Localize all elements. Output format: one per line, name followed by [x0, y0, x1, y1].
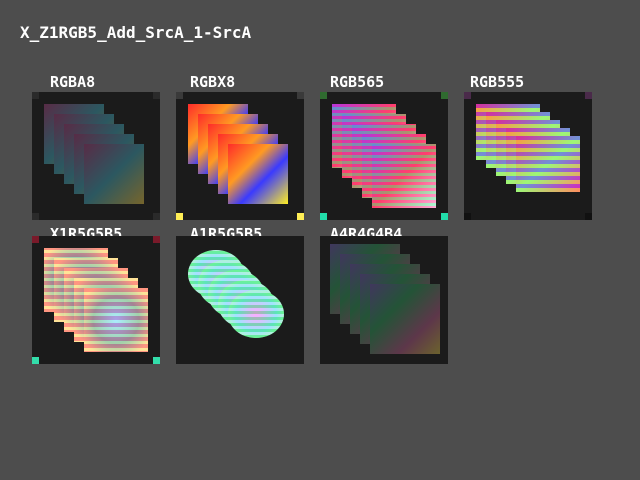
corner-marker	[153, 92, 160, 99]
corner-marker	[153, 357, 160, 364]
corner-marker	[320, 213, 327, 220]
tile-rgbx8	[176, 92, 304, 220]
corner-marker	[176, 236, 183, 243]
corner-marker	[176, 92, 183, 99]
page-title: X_Z1RGB5_Add_SrcA_1-SrcA	[20, 23, 252, 42]
corner-marker	[32, 92, 39, 99]
rgb565-test-pattern	[332, 104, 436, 208]
corner-marker	[320, 236, 327, 243]
corner-marker	[441, 213, 448, 220]
tile-rgb565	[320, 92, 448, 220]
tile-x1r5g5b5	[32, 236, 160, 364]
corner-marker	[320, 357, 327, 364]
corner-marker	[297, 357, 304, 364]
x1r5g5b5-test-pattern	[44, 248, 148, 352]
tile-a1r5g5b5	[176, 236, 304, 364]
corner-marker	[153, 236, 160, 243]
corner-marker	[320, 92, 327, 99]
format-label-rgb555: RGB555	[470, 73, 525, 91]
corner-marker	[297, 236, 304, 243]
a4r4g4b4-test-pattern	[330, 244, 440, 354]
format-label-rgba8: RGBA8	[50, 73, 96, 91]
corner-marker	[297, 213, 304, 220]
rgb555-test-pattern	[476, 104, 580, 192]
corner-marker	[176, 357, 183, 364]
corner-marker	[441, 92, 448, 99]
corner-marker	[464, 213, 471, 220]
tile-rgba8	[32, 92, 160, 220]
a1r5g5b5-test-pattern	[188, 250, 284, 338]
corner-marker	[297, 92, 304, 99]
corner-marker	[32, 213, 39, 220]
corner-marker	[32, 357, 39, 364]
corner-marker	[441, 236, 448, 243]
corner-marker	[32, 236, 39, 243]
corner-marker	[153, 213, 160, 220]
corner-marker	[464, 92, 471, 99]
format-label-rgb565: RGB565	[330, 73, 385, 91]
corner-marker	[176, 213, 183, 220]
rgbx8-test-pattern	[188, 104, 288, 204]
corner-marker	[585, 213, 592, 220]
tile-a4r4g4b4	[320, 236, 448, 364]
rgba8-test-pattern	[44, 104, 144, 204]
tile-rgb555	[464, 92, 592, 220]
corner-marker	[585, 92, 592, 99]
format-label-rgbx8: RGBX8	[190, 73, 236, 91]
corner-marker	[441, 357, 448, 364]
